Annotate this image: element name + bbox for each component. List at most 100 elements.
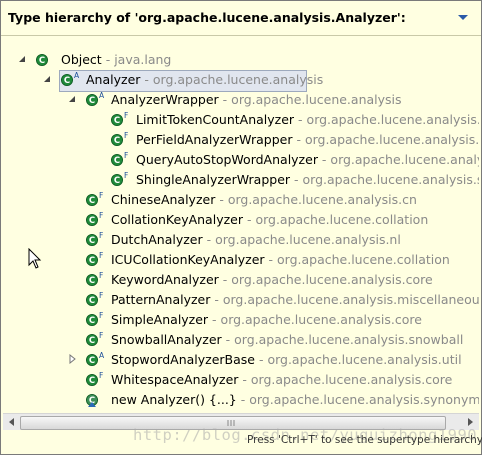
separator: - [292,132,305,147]
tree-item-label[interactable]: LimitTokenCountAnalyzer - org.apache.luc… [136,112,479,128]
svg-text:A: A [99,92,105,100]
type-name: new Analyzer() {...} [111,392,237,407]
tree-row[interactable]: C F ChineseAnalyzer - org.apache.lucene.an… [1,190,479,210]
svg-text:F: F [99,312,103,320]
tree-item-label[interactable]: Analyzer - org.apache.lucene.analysis [86,72,323,88]
svg-text:C: C [114,156,120,166]
svg-text:F: F [99,372,103,380]
expanded-triangle-icon[interactable] [67,94,77,104]
package-name: org.apache.lucene.analysis.cn [227,192,417,207]
type-name: PerFieldAnalyzerWrapper [136,132,293,147]
svg-text:F: F [99,252,103,260]
tree-row[interactable]: C F ShingleAnalyzerWrapper - org.apache.lu… [1,170,479,190]
tree-item-label[interactable]: PerFieldAnalyzerWrapper - org.apache.luc… [136,132,479,148]
tree-row[interactable]: C F CollationKeyAnalyzer - org.apache.luce… [1,210,479,230]
abstract-class-icon: CA [86,92,105,106]
svg-text:C: C [89,196,95,206]
tree-item-label[interactable]: QueryAutoStopWordAnalyzer - org.apache.l… [136,152,479,168]
type-name: AnalyzerWrapper [111,92,219,107]
tree-row[interactable]: C F PerFieldAnalyzerWrapper - org.apache.l… [1,130,479,150]
tree-row[interactable]: C F SimpleAnalyzer - org.apache.lucene.ana… [1,310,479,330]
svg-text:C: C [39,56,45,66]
package-name: org.apache.lucene.analysis.snowball [234,332,464,347]
svg-text:A: A [74,72,80,80]
tree-item-label[interactable]: CollationKeyAnalyzer - org.apache.lucene… [111,212,428,228]
svg-text:C: C [89,236,95,246]
separator: - [218,272,232,287]
tree-row[interactable]: C F PatternAnalyzer - org.apache.lucene.an… [1,290,479,310]
tree-row[interactable]: C Object - java.lang [1,50,479,70]
separator: - [210,292,223,307]
svg-text:F: F [124,152,128,160]
tree-row[interactable]: C A StopwordAnalyzerBase - org.apache.luce… [1,350,479,370]
package-name: org.apache.lucene.analysis [330,152,479,167]
svg-text:F: F [124,132,128,140]
abstract-class-icon: CA [86,352,105,366]
tree-item-label[interactable]: WhitespaceAnalyzer - org.apache.lucene.a… [111,372,452,388]
type-name: ChineseAnalyzer [111,192,216,207]
chevron-down-icon[interactable] [457,14,469,22]
svg-text:C: C [89,336,95,346]
mouse-pointer-icon [28,248,42,269]
popup-header: Type hierarchy of 'org.apache.lucene.ana… [1,1,481,36]
tree-row[interactable]: C F DutchAnalyzer - org.apache.lucene.anal… [1,230,479,250]
separator: - [236,392,250,407]
separator: - [242,212,256,227]
tree-row[interactable]: C F LimitTokenCountAnalyzer - org.apache.l… [1,110,479,130]
class-icon: C [36,54,48,66]
final-class-icon: CF [86,312,103,326]
separator: - [221,332,235,347]
separator: - [140,72,153,87]
svg-text:C: C [114,136,120,146]
tree-item-label[interactable]: AnalyzerWrapper - org.apache.lucene.anal… [111,92,402,108]
final-class-icon: CF [111,112,128,126]
tree-row[interactable]: C F SnowballAnalyzer - org.apache.lucene.a… [1,330,479,350]
tree-item-label[interactable]: DutchAnalyzer - org.apache.lucene.analys… [111,232,401,248]
tree-item-label[interactable]: SimpleAnalyzer - org.apache.lucene.analy… [111,312,422,328]
svg-text:C: C [89,96,95,106]
tree-item-label[interactable]: new Analyzer() {...} - org.apache.lucene… [111,392,479,408]
final-class-icon: CF [86,252,103,266]
package-name: org.apache.lucene.analysis.core [220,312,422,327]
separator: - [254,352,268,367]
tree-row[interactable]: C F QueryAutoStopWordAnalyzer - org.apache… [1,150,479,170]
tree-item-label[interactable]: PatternAnalyzer - org.apache.lucene.anal… [111,292,479,308]
tree-item-label[interactable]: ShingleAnalyzerWrapper - org.apache.luce… [136,172,479,188]
separator: - [290,172,303,187]
tree-item-label[interactable]: StopwordAnalyzerBase - org.apache.lucene… [111,352,462,368]
svg-text:C: C [89,276,95,286]
tree-row[interactable]: C F ICUCollationKeyAnalyzer - org.apache.l… [1,250,479,270]
final-class-icon: CF [86,272,103,286]
type-name: KeywordAnalyzer [111,272,219,287]
package-name: org.apache.lucene.analysis.shing [302,172,479,187]
tree-item-label[interactable]: ChineseAnalyzer - org.apache.lucene.anal… [111,192,417,208]
expanded-triangle-icon[interactable] [17,54,27,64]
separator: - [202,232,216,247]
tree-item-label[interactable]: SnowballAnalyzer - org.apache.lucene.ana… [111,332,463,348]
scroll-left-arrow-icon[interactable] [4,415,20,429]
package-name: org.apache.lucene.analysis.util [267,352,462,367]
hierarchy-tree[interactable]: C Object - java.lang C A Analyzer - org.apac… [1,49,479,413]
separator: - [208,312,221,327]
type-name: ICUCollationKeyAnalyzer [111,252,265,267]
svg-text:C: C [89,356,95,366]
svg-text:F: F [99,232,103,240]
type-name: DutchAnalyzer [111,232,203,247]
tree-row[interactable]: Cnew Analyzer() {...} - org.apache.lucen… [1,390,479,410]
tree-row[interactable]: C F KeywordAnalyzer - org.apache.lucene.an… [1,270,479,290]
svg-text:F: F [99,192,103,200]
package-name: org.apache.lucene.analysis.miscellaneous [222,292,479,307]
svg-text:C: C [114,176,120,186]
svg-text:C: C [89,256,95,266]
svg-text:F: F [124,172,128,180]
collapsed-triangle-icon[interactable] [67,354,77,364]
tree-item-label[interactable]: ICUCollationKeyAnalyzer - org.apache.luc… [111,252,450,268]
tree-row[interactable]: C A AnalyzerWrapper - org.apache.lucene.an… [1,90,479,110]
final-class-icon: CF [86,332,103,346]
tree-item-label[interactable]: KeywordAnalyzer - org.apache.lucene.anal… [111,272,433,288]
tree-item-label[interactable]: Object - java.lang [61,52,171,68]
tree-row[interactable]: C A Analyzer - org.apache.lucene.analysis [1,70,479,92]
expanded-triangle-icon[interactable] [42,74,52,84]
svg-text:C: C [89,296,95,306]
tree-row[interactable]: C F WhitespaceAnalyzer - org.apache.lucene… [1,370,479,390]
